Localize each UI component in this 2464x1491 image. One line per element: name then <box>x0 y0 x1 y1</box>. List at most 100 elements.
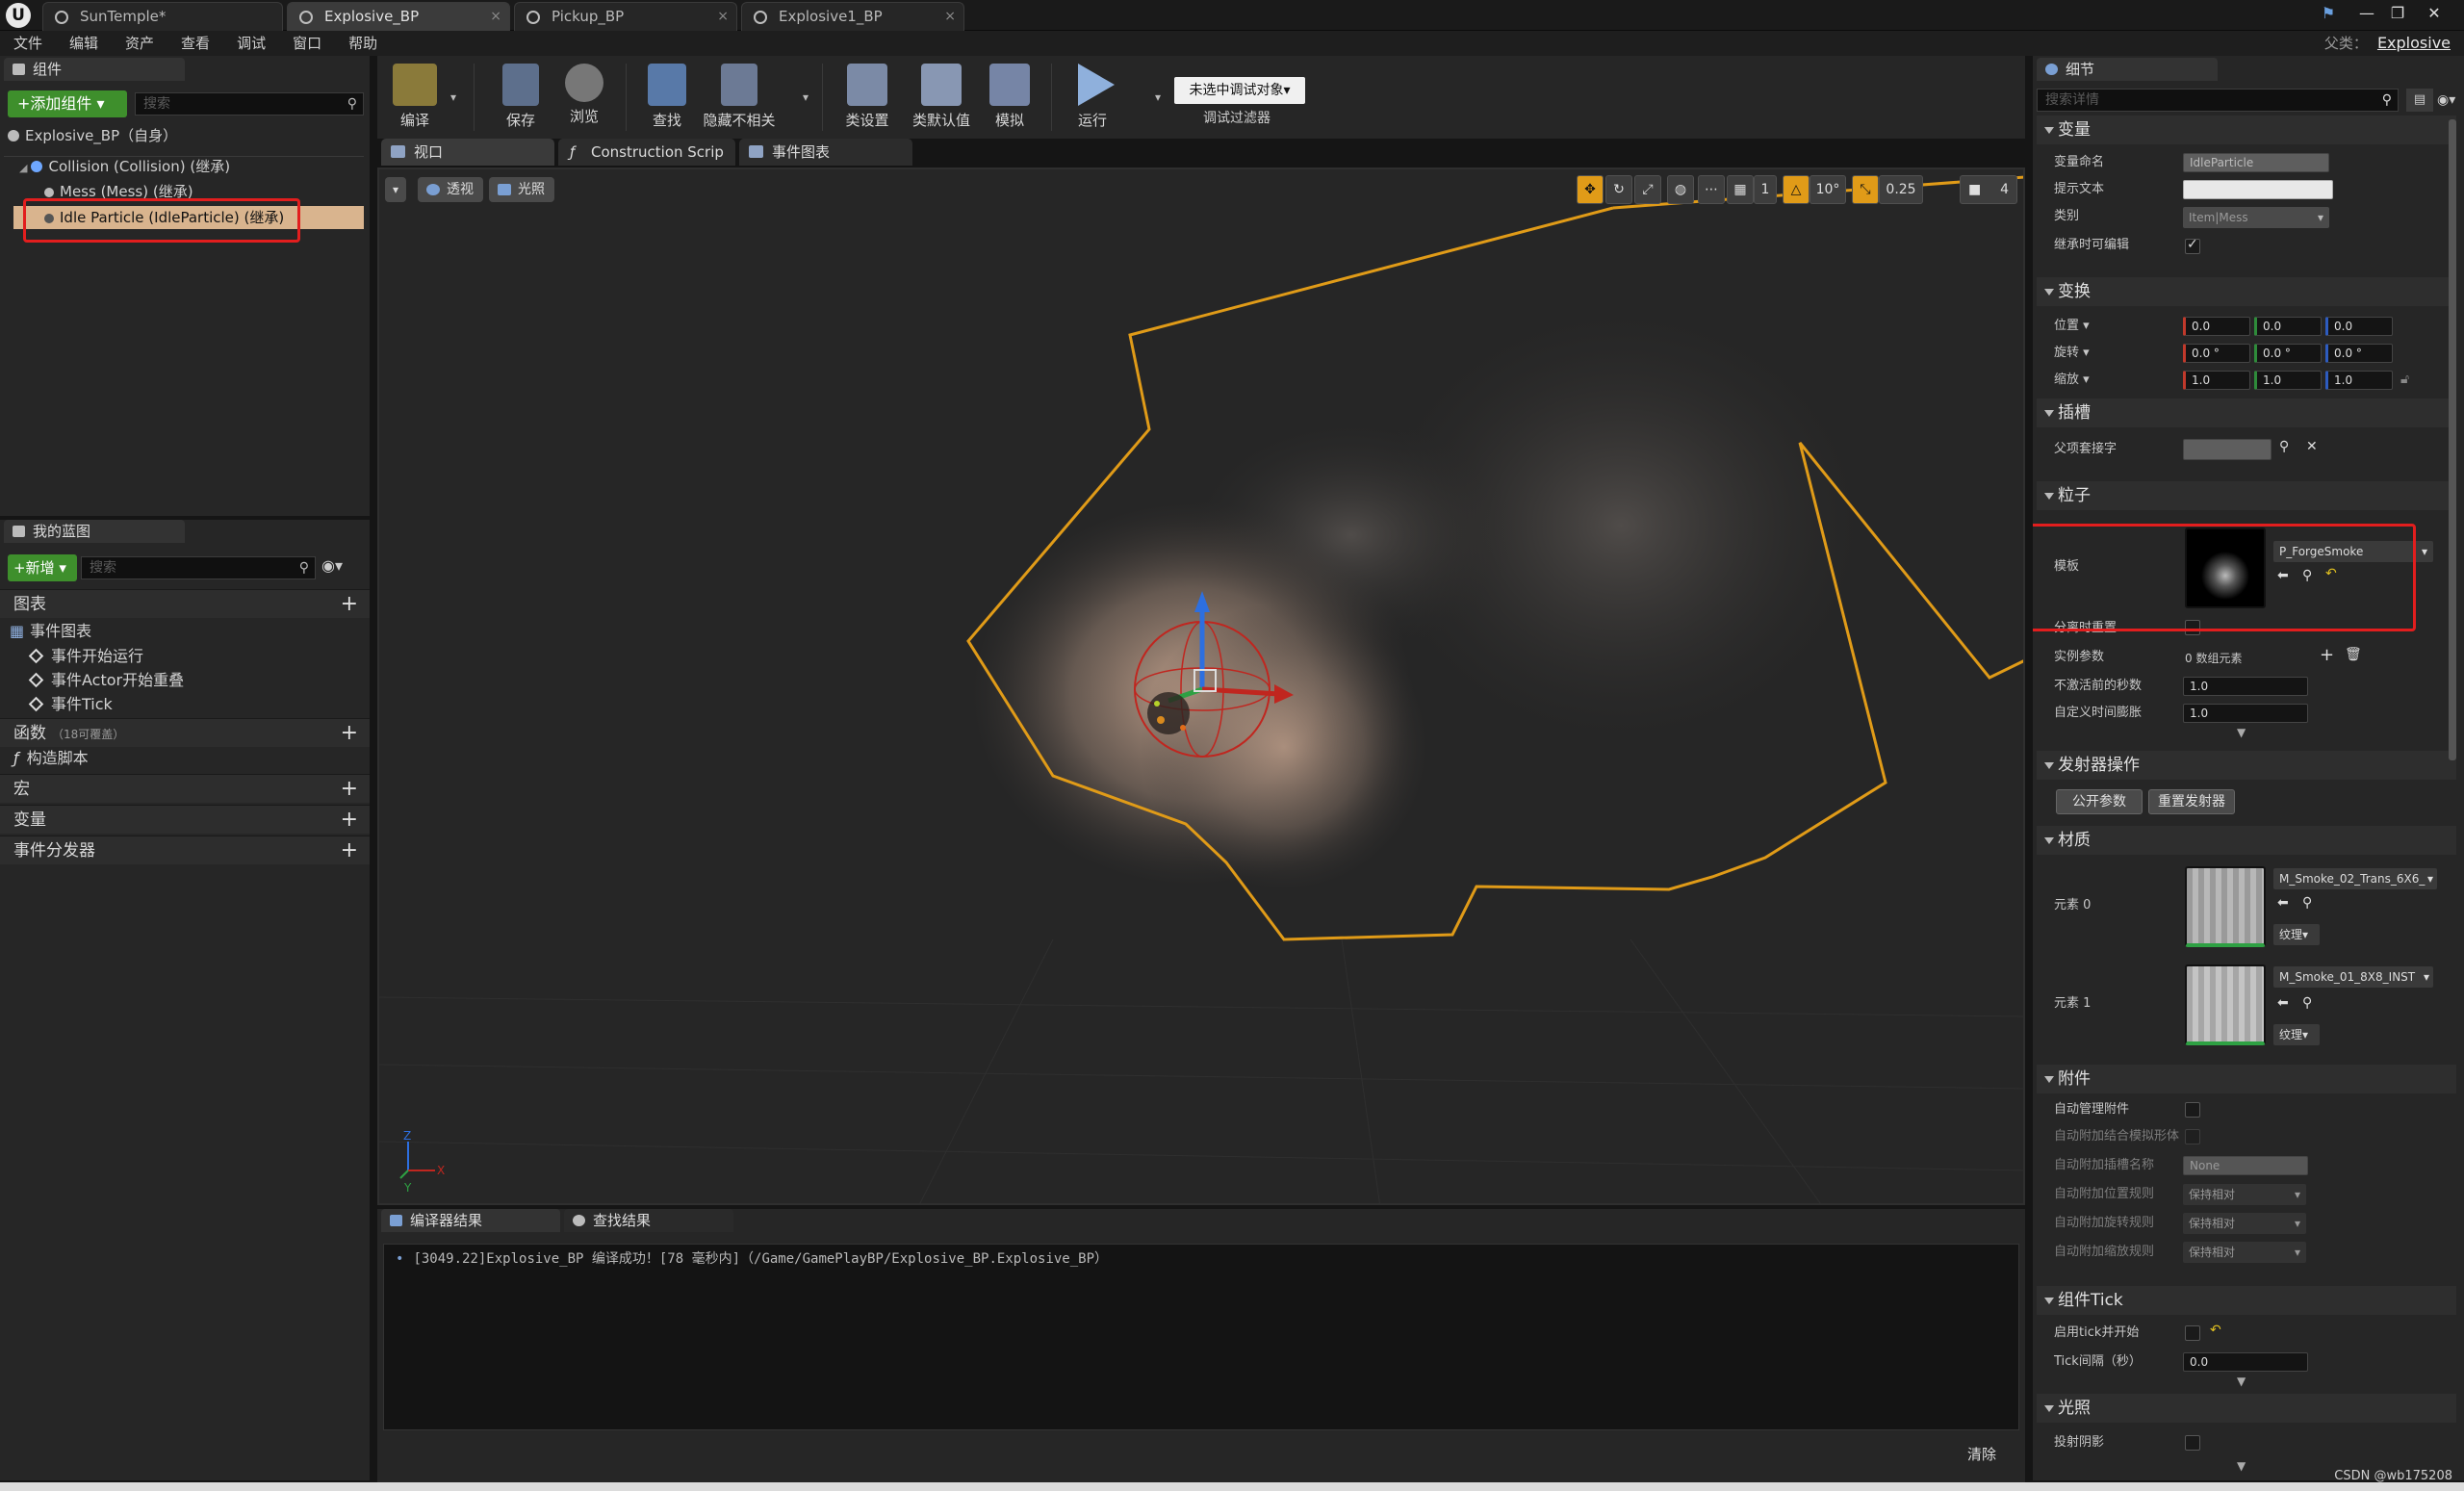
event-graph-item[interactable]: ▦ 事件图表 <box>10 620 91 643</box>
start-tick-checkbox[interactable] <box>2185 1325 2200 1341</box>
menu-help[interactable]: 帮助 <box>335 31 391 56</box>
tab-pickup-bp[interactable]: Pickup_BP × <box>514 2 737 31</box>
scale-tool-icon[interactable]: ⤢ <box>1634 175 1661 204</box>
scale-y-field[interactable]: 1.0 <box>2254 371 2322 390</box>
tab-viewport[interactable]: 视口 <box>381 139 554 166</box>
clear-button[interactable]: 清除 <box>1967 1444 1996 1464</box>
parent-class-link[interactable]: Explosive <box>2377 34 2451 52</box>
minimize-button[interactable]: — <box>2352 2 2381 25</box>
tab-construction-script[interactable]: ƒ Construction Scrip <box>558 139 735 166</box>
section-particles[interactable]: 粒子 <box>2037 481 2456 510</box>
scale-snap-icon[interactable]: ⤡ <box>1852 175 1879 204</box>
hide-options-chevron-icon[interactable]: ▾ <box>803 90 808 104</box>
hide-unrelated-button[interactable]: 隐藏不相关 <box>699 56 780 139</box>
section-event-dispatchers[interactable]: 事件分发器 + <box>0 835 370 864</box>
close-window-button[interactable]: ✕ <box>2420 2 2449 25</box>
scale-x-field[interactable]: 1.0 <box>2183 371 2250 390</box>
element0-texture-button[interactable]: 纹理▾ <box>2273 924 2320 945</box>
expose-params-button[interactable]: 公开参数 <box>2056 789 2143 814</box>
notification-icon[interactable]: ⚑ <box>2314 2 2343 25</box>
component-collision[interactable]: ◢ Collision (Collision) (继承) <box>19 156 230 179</box>
reset-default-icon[interactable]: ↶ <box>2210 1323 2221 1338</box>
viewport-options-button[interactable]: ▾ <box>385 177 407 202</box>
add-function-icon[interactable]: + <box>341 719 358 748</box>
tab-my-blueprint[interactable]: 我的蓝图 <box>4 520 185 543</box>
viewport[interactable]: Z X Y ▾ 透视 光照 ✥ ↻ ⤢ ◍ ⋯ ▦ 1 △ 10° ⤡ 0.25… <box>377 167 2025 1205</box>
rotation-snap-icon[interactable]: △ <box>1783 175 1810 204</box>
maximize-button[interactable]: ❐ <box>2383 2 2412 25</box>
section-variable[interactable]: 变量 <box>2037 116 2456 144</box>
tab-explosive1-bp[interactable]: Explosive1_BP × <box>741 2 964 31</box>
section-materials[interactable]: 材质 <box>2037 826 2456 855</box>
section-attachment[interactable]: 附件 <box>2037 1065 2456 1093</box>
expand-advanced-chevron-icon[interactable]: ▼ <box>2237 726 2246 739</box>
translate-tool-icon[interactable]: ✥ <box>1577 175 1604 204</box>
add-element-icon[interactable]: + <box>2320 645 2334 665</box>
close-tab-icon[interactable]: × <box>944 3 956 30</box>
play-options-chevron-icon[interactable]: ▾ <box>1155 90 1161 104</box>
scale-z-field[interactable]: 1.0 <box>2325 371 2393 390</box>
category-dropdown[interactable]: Item|Mess ▾ <box>2183 207 2329 228</box>
play-button[interactable]: 运行 <box>1059 56 1126 139</box>
lock-scale-icon[interactable]: 🔓︎ <box>2400 372 2409 387</box>
section-socket[interactable]: 插槽 <box>2037 398 2456 427</box>
close-tab-icon[interactable]: × <box>490 3 501 30</box>
material1-thumbnail[interactable] <box>2185 964 2266 1045</box>
component-root[interactable]: Explosive_BP（自身） <box>8 125 177 146</box>
tab-components[interactable]: 组件 <box>4 58 185 81</box>
add-graph-icon[interactable]: + <box>341 590 358 619</box>
view-options-eye-icon[interactable]: ◉▾ <box>321 556 360 579</box>
menu-debug[interactable]: 调试 <box>223 31 279 56</box>
seconds-before-inactive-field[interactable]: 1.0 <box>2183 677 2308 696</box>
property-matrix-icon[interactable]: ▤ <box>2406 89 2433 112</box>
element1-texture-button[interactable]: 纹理▾ <box>2273 1024 2320 1045</box>
rotation-snap-value[interactable]: 10° <box>1810 175 1846 204</box>
grid-snap-value[interactable]: 1 <box>1754 175 1777 204</box>
blueprint-search-input[interactable]: 搜索 ⚲ <box>81 556 316 579</box>
new-button[interactable]: +新增 ▾ <box>8 554 77 581</box>
save-button[interactable]: 保存 <box>487 56 554 139</box>
auto-weld-checkbox[interactable] <box>2185 1129 2200 1144</box>
menu-asset[interactable]: 资产 <box>112 31 167 56</box>
find-button[interactable]: 查找 <box>633 56 701 139</box>
rotate-tool-icon[interactable]: ↻ <box>1605 175 1632 204</box>
details-search-input[interactable]: 搜索详情 ⚲ <box>2037 89 2399 112</box>
compile-button[interactable]: 编译 <box>381 56 449 139</box>
lit-mode-button[interactable]: 光照 <box>489 177 554 202</box>
event-begin-play[interactable]: 事件开始运行 <box>28 645 143 668</box>
event-tick[interactable]: 事件Tick <box>28 693 113 716</box>
world-local-icon[interactable]: ◍ <box>1667 175 1694 204</box>
browse-asset-icon[interactable]: ⚲ <box>2302 895 2312 911</box>
class-defaults-button[interactable]: 类默认值 <box>903 56 980 139</box>
browse-asset-icon[interactable]: ⚲ <box>2302 995 2312 1011</box>
menu-window[interactable]: 窗口 <box>279 31 335 56</box>
close-tab-icon[interactable]: × <box>717 3 729 30</box>
custom-time-dilation-field[interactable]: 1.0 <box>2183 704 2308 723</box>
menu-view[interactable]: 查看 <box>167 31 223 56</box>
material0-thumbnail[interactable] <box>2185 866 2266 947</box>
tab-event-graph[interactable]: 事件图表 <box>739 139 912 166</box>
rotation-x-field[interactable]: 0.0 ° <box>2183 344 2250 363</box>
tooltip-field[interactable] <box>2183 180 2333 199</box>
section-graphs[interactable]: 图表 + <box>0 589 370 618</box>
add-macro-icon[interactable]: + <box>341 775 358 804</box>
section-component-tick[interactable]: 组件Tick <box>2037 1286 2456 1315</box>
add-dispatcher-icon[interactable]: + <box>341 836 358 865</box>
construction-script-item[interactable]: ƒ 构造脚本 <box>13 747 89 770</box>
perspective-button[interactable]: 透视 <box>418 177 483 202</box>
add-variable-icon[interactable]: + <box>341 806 358 835</box>
scale-snap-value[interactable]: 0.25 <box>1879 175 1923 204</box>
scale-label[interactable]: 缩放 ▾ <box>2054 368 2090 393</box>
var-name-field[interactable]: IdleParticle <box>2183 153 2329 172</box>
tab-find-results[interactable]: 查找结果 <box>564 1209 733 1232</box>
event-actor-begin-overlap[interactable]: 事件Actor开始重叠 <box>28 669 184 692</box>
simulate-button[interactable]: 模拟 <box>976 56 1043 139</box>
location-z-field[interactable]: 0.0 <box>2325 317 2393 336</box>
log-area[interactable]: • [3049.22]Explosive_BP 编译成功！[78 毫秒内]（/Ga… <box>383 1244 2019 1430</box>
section-macros[interactable]: 宏 + <box>0 774 370 803</box>
grid-snap-icon[interactable]: ▦ <box>1727 175 1754 204</box>
compile-options-chevron-icon[interactable]: ▾ <box>450 90 456 104</box>
section-emitter-actions[interactable]: 发射器操作 <box>2037 751 2456 780</box>
cast-shadow-checkbox[interactable] <box>2185 1435 2200 1451</box>
menu-edit[interactable]: 编辑 <box>56 31 112 56</box>
